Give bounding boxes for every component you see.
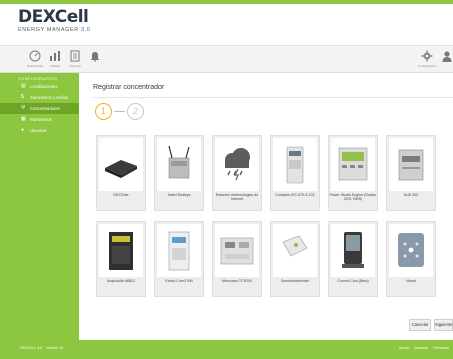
alerts-button[interactable] xyxy=(86,50,104,70)
sidebar-item-parameters[interactable]: ▦ Parámetros xyxy=(0,114,79,125)
user-menu-button[interactable] xyxy=(438,50,453,70)
sidebar-item-label: Localizaciones xyxy=(30,84,58,89)
settings-button[interactable]: Configuración xyxy=(418,50,437,70)
din-meter-icon xyxy=(168,231,190,271)
electric-meter-icon xyxy=(286,146,304,184)
building-icon: ▥ xyxy=(21,83,26,89)
device-label: Mercuram TCR200 xyxy=(221,279,253,283)
user-icon xyxy=(442,51,452,62)
device-label: Contador IEC 870-5-102 xyxy=(275,193,315,197)
toolbar-caption: Dashboards xyxy=(26,64,44,68)
power-analyzer-icon xyxy=(338,147,368,181)
report-icon xyxy=(70,50,80,62)
device-label: Current Cost (Beta) xyxy=(337,279,369,283)
footer-link-feedback[interactable]: Feedback xyxy=(433,346,449,350)
sidebar-item-label: Concentradores xyxy=(30,106,60,111)
sidebar: CONFIGURACIÓN ▥ Localizaciones $ Suminis… xyxy=(0,73,79,340)
weather-cloud-icon xyxy=(225,148,250,181)
display-monitor-icon xyxy=(342,232,364,268)
sidebar-item-label: Usuarios xyxy=(30,128,47,133)
device-card-acquisuite[interactable]: Acquisuite A8812 xyxy=(96,221,146,297)
dashboards-button[interactable]: Dashboards xyxy=(26,50,44,70)
device-card-weather[interactable]: Estación meteorológica de Internet xyxy=(212,135,262,211)
next-button[interactable]: Siguiente xyxy=(434,319,453,331)
device-card-virtual[interactable]: Virtual xyxy=(386,221,436,297)
footer-links: Ayuda Contacto Feedback xyxy=(395,346,449,350)
din-controller-icon xyxy=(220,237,254,265)
bell-icon xyxy=(91,52,99,62)
person-icon: ● xyxy=(21,127,25,133)
device-card-sakel[interactable]: Sakel Dealsys xyxy=(154,135,204,211)
gauge-icon xyxy=(29,50,41,62)
sidebar-item-label: Parámetros xyxy=(30,117,52,122)
footer-link-help[interactable]: Ayuda xyxy=(399,346,409,350)
footer-product: DEXCELL 3.0 xyxy=(20,346,43,350)
dollar-icon: $ xyxy=(21,94,24,100)
device-card-sensor[interactable]: Sensorsinkrender xyxy=(270,221,320,297)
wall-sensor-icon xyxy=(282,235,308,257)
device-card-due300[interactable]: DUE 300 xyxy=(386,135,436,211)
device-card-iec-meter[interactable]: Contador IEC 870-5-102 xyxy=(270,135,320,211)
antenna-icon: Ψ xyxy=(21,105,26,111)
din-module-icon xyxy=(398,149,424,181)
main-toolbar: Dashboards Analisis Informes Configuraci… xyxy=(0,45,453,73)
footer-version: DEXCELL 3.0 Versión 10 xyxy=(20,346,63,350)
wizard-steps: 1 2 xyxy=(95,103,155,121)
device-label: Acquisuite A8812 xyxy=(107,279,135,283)
step-connector xyxy=(114,111,125,112)
footer-link-contact[interactable]: Contacto xyxy=(414,346,428,350)
chart-icon xyxy=(50,51,60,61)
footer: DEXCELL 3.0 Versión 10 Ayuda Contacto Fe… xyxy=(0,340,453,359)
virtual-device-icon xyxy=(398,233,424,267)
top-accent-bar xyxy=(0,0,453,4)
device-label: DEXGate xyxy=(113,193,129,197)
device-card-current-cost[interactable]: Current Cost (Beta) xyxy=(328,221,378,297)
gear-icon xyxy=(421,50,433,62)
device-label: Etnico Com2 RM xyxy=(165,279,193,283)
main-content: Registrar concentrador 1 2 DEXGate Sakel… xyxy=(79,73,453,340)
device-label: Estación meteorológica de Internet xyxy=(215,193,259,202)
step-indicator-1: 1 xyxy=(95,103,112,120)
page-title: Registrar concentrador xyxy=(93,84,165,91)
device-card-power-studio[interactable]: Power Studio Engine (Scada, CES, BMS) xyxy=(328,135,378,211)
step-indicator-2: 2 xyxy=(127,103,144,120)
app-logo[interactable]: DEXCell ENERGY MANAGER 3.0 xyxy=(18,8,108,44)
device-card-dexgate[interactable]: DEXGate xyxy=(96,135,146,211)
device-label: Sakel Dealsys xyxy=(167,193,191,197)
sidebar-item-supplies[interactable]: $ Suministros y tarifas xyxy=(0,92,79,103)
sidebar-item-label: Suministros y tarifas xyxy=(30,95,68,100)
sidebar-item-locations[interactable]: ▥ Localizaciones xyxy=(0,81,79,92)
logo-subtitle: ENERGY MANAGER 3.0 xyxy=(18,27,91,33)
footer-build: Versión 10 xyxy=(46,346,64,350)
title-divider xyxy=(93,97,453,98)
toolbar-caption: Informes xyxy=(69,64,81,68)
acquisuite-device-icon xyxy=(109,232,133,270)
sidebar-item-concentrators[interactable]: Ψ Concentradores xyxy=(0,103,79,114)
toolbar-caption: Configuración xyxy=(418,64,437,68)
device-label: Power Studio Engine (Scada, CES, BMS) xyxy=(329,193,377,202)
analysis-button[interactable]: Analisis xyxy=(46,50,64,70)
device-label: Sensorsinkrender xyxy=(280,279,310,283)
gateway-device-icon xyxy=(105,160,137,178)
device-label: Virtual xyxy=(405,279,417,283)
sidebar-item-users[interactable]: ● Usuarios xyxy=(0,125,79,136)
toolbar-caption: Analisis xyxy=(49,64,61,68)
router-device-icon xyxy=(168,145,190,179)
grid-icon: ▦ xyxy=(21,116,26,122)
sidebar-heading: CONFIGURACIÓN xyxy=(18,76,58,81)
device-card-etnico[interactable]: Etnico Com2 RM xyxy=(154,221,204,297)
reports-button[interactable]: Informes xyxy=(66,50,84,70)
device-label: DUE 300 xyxy=(403,193,419,197)
cancel-button[interactable]: Cancelar xyxy=(409,319,431,331)
logo-title: DEXCell xyxy=(18,7,89,27)
device-card-mercuram[interactable]: Mercuram TCR200 xyxy=(212,221,262,297)
